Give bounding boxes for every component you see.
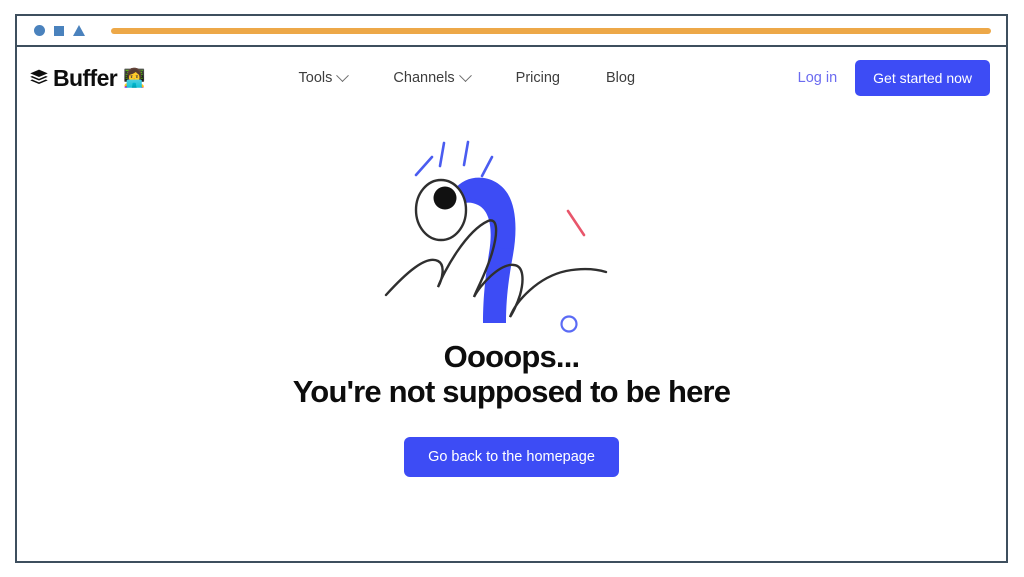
spark-lines: [414, 140, 493, 178]
chevron-down-icon: [336, 68, 350, 82]
chevron-down-icon: [458, 68, 472, 82]
creature-pupil: [433, 186, 456, 210]
main-navigation: Tools Channels Pricing Blog: [298, 68, 635, 86]
error-page-content: Oooops... You're not supposed to be here…: [17, 109, 1006, 559]
nav-label-tools: Tools: [298, 70, 333, 86]
layers-stack-icon: [30, 69, 48, 84]
nav-label-pricing: Pricing: [515, 70, 560, 86]
address-bar[interactable]: [111, 27, 991, 34]
get-started-button[interactable]: Get started now: [855, 60, 990, 96]
browser-toolbar: [17, 16, 1006, 47]
triangle-icon[interactable]: [73, 25, 85, 36]
nav-label-blog: Blog: [606, 70, 636, 86]
header-actions: Log in Get started now: [798, 60, 990, 96]
technologist-emoji-icon: 👩‍💻: [123, 68, 146, 88]
go-home-button[interactable]: Go back to the homepage: [404, 437, 619, 478]
nav-label-channels: Channels: [393, 70, 455, 86]
square-icon[interactable]: [54, 25, 64, 36]
site-header: Buffer 👩‍💻 Tools Channels Pricing Blog L…: [17, 47, 1006, 109]
nav-item-blog[interactable]: Blog: [606, 70, 635, 86]
error-headline-line2: You're not supposed to be here: [292, 373, 731, 409]
small-blue-circle-icon: [559, 315, 578, 333]
blue-worm-surprised-eye-illustration: [384, 140, 607, 333]
toolbar-shape-icons: [34, 25, 85, 36]
logo-text: Buffer: [53, 64, 118, 91]
login-link[interactable]: Log in: [798, 70, 838, 86]
red-dash-icon: [566, 209, 585, 237]
error-headline-line1: Oooops...: [443, 339, 581, 374]
nav-item-channels[interactable]: Channels: [393, 68, 472, 86]
nav-item-tools[interactable]: Tools: [298, 68, 350, 86]
browser-window-frame: Buffer 👩‍💻 Tools Channels Pricing Blog L…: [15, 14, 1008, 563]
nav-item-pricing[interactable]: Pricing: [516, 70, 560, 86]
buffer-logo[interactable]: Buffer 👩‍💻: [29, 64, 146, 91]
circle-icon[interactable]: [34, 25, 45, 36]
